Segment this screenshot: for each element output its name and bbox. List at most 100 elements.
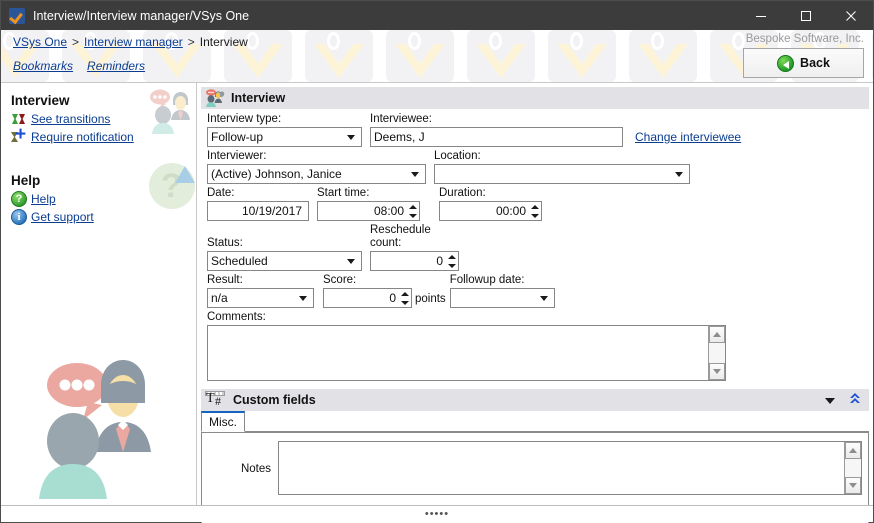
minimize-icon[interactable] [738,1,783,30]
calendar-chevron-down-icon [539,295,548,301]
followup-date-picker[interactable] [449,288,555,308]
info-icon: i [11,209,27,225]
back-arrow-icon [777,54,795,72]
breadcrumb: VSys One > Interview manager > Interview [13,35,248,49]
label-status: Status: [207,237,243,249]
duration-stepper[interactable]: 00:00 [439,201,542,221]
tabstrip-filler [245,411,869,432]
label-result: Result: [207,274,243,286]
reminders-link[interactable]: Reminders [87,59,145,73]
form-row-status: Status: Scheduled Reschedule count: 0 [207,224,867,271]
bookmarks-link[interactable]: Bookmarks [13,59,73,73]
sidebar: Interview See transitions Require notifi… [1,83,197,505]
reschedule-count-spinner-icon[interactable] [446,252,457,270]
change-interviewee-link[interactable]: Change interviewee [635,130,741,144]
interviewer-select[interactable]: (Active) Johnson, Janice [207,164,426,184]
chevron-down-icon [675,171,683,177]
date-picker[interactable]: 10/19/2017 [207,201,309,221]
custom-fields-title: Custom fields [233,393,316,407]
interview-type-select[interactable]: Follow-up [207,127,362,147]
vsys-logo-icon [9,7,25,24]
score-spinner-icon[interactable] [399,289,410,307]
comments-scrollbar[interactable] [708,326,725,380]
form-row-interviewer: Interviewer: (Active) Johnson, Janice Lo… [207,150,867,184]
interview-people-icon [205,89,225,107]
interviewee-input[interactable]: Deems, J [370,127,623,147]
chevron-down-icon [411,171,419,177]
form-row-comments: Comments: [207,311,867,381]
sidebar-item-label-help: Help [31,192,56,206]
scroll-up-icon[interactable] [709,326,725,343]
form-row-type: Interview type: Follow-up Interviewee: D… [207,113,867,147]
comments-value[interactable] [208,326,708,380]
help-decoration-icon: ? [149,163,195,209]
double-chevron-up-icon[interactable] [848,392,862,408]
interviewer-value: (Active) Johnson, Janice [211,167,342,181]
label-comments: Comments: [207,311,266,323]
tab-misc[interactable]: Misc. [201,411,245,432]
sidebar-item-label-get-support: Get support [31,210,94,224]
form-row-result: Result: n/a Score: 0 points Followup dat… [207,274,867,308]
start-time-stepper[interactable]: 08:00 [317,201,420,221]
main-panel: Interview Interview type: Follow-up Inte… [197,83,873,523]
label-start-time: Start time: [317,187,370,199]
label-reschedule-count: Reschedule count: [370,224,431,249]
maximize-icon[interactable] [783,1,828,30]
scrollbar-track[interactable] [845,459,861,477]
reschedule-count-value: 0 [436,254,443,268]
chevron-down-icon [347,134,355,140]
add-notification-icon [11,125,27,145]
back-button-label: Back [800,56,830,70]
label-followup-date: Followup date: [449,274,525,286]
sidebar-item-label-require-notification: Require notification [31,130,134,144]
label-interview-type: Interview type: [207,113,282,125]
back-button[interactable]: Back [743,48,864,78]
result-select[interactable]: n/a [207,288,314,308]
comments-textarea[interactable] [207,325,726,381]
breadcrumb-separator: > [72,35,80,49]
custom-fields-header: T # Custom fields [201,389,869,411]
status-value: Scheduled [211,254,268,268]
notes-textarea[interactable] [278,441,862,495]
scroll-down-icon[interactable] [709,363,725,380]
sidebar-item-get-support[interactable]: i Get support [11,209,196,225]
breadcrumb-item-vsys-one[interactable]: VSys One [13,35,67,49]
resize-grip-icon[interactable]: ••••• [425,509,449,520]
duration-spinner-icon[interactable] [529,202,540,220]
start-time-value: 08:00 [373,204,404,218]
notes-scrollbar[interactable] [844,442,861,494]
scrollbar-track[interactable] [709,343,725,363]
custom-fields-tabstrip: Misc. [201,411,869,433]
breadcrumb-item-interview-manager[interactable]: Interview manager [84,35,183,49]
label-notes: Notes [240,463,271,475]
close-icon[interactable] [828,1,873,30]
score-units-label: points [415,293,446,305]
notes-value[interactable] [279,442,844,494]
status-bar: ••••• [1,505,873,522]
start-time-spinner-icon[interactable] [407,202,418,220]
interview-panel-header: Interview [201,87,869,109]
application-window: Interview/Interview manager/VSys One VSy… [0,0,874,523]
location-select[interactable] [434,164,690,184]
duration-value: 00:00 [495,204,526,218]
chevron-down-icon[interactable] [825,398,835,404]
scroll-up-icon[interactable] [845,442,861,459]
title-bar: Interview/Interview manager/VSys One [1,1,873,30]
reschedule-count-stepper[interactable]: 0 [370,251,459,271]
custom-fields-icon: T # [205,391,227,409]
scroll-down-icon[interactable] [845,477,861,494]
interviewee-value: Deems, J [374,130,425,144]
company-name: Bespoke Software, Inc. [745,33,864,45]
interview-panel-title: Interview [231,91,286,105]
chevron-down-icon [347,258,355,264]
status-select[interactable]: Scheduled [207,251,362,271]
quick-links: Bookmarks Reminders [13,59,145,73]
result-value: n/a [211,291,228,305]
interview-illustration [15,349,167,499]
label-interviewer: Interviewer: [207,150,267,162]
custom-fields-section: T # Custom fields Misc. Notes [201,389,869,523]
score-stepper[interactable]: 0 [323,288,412,308]
window-title: Interview/Interview manager/VSys One [33,8,250,23]
interview-people-decoration-icon [147,88,195,134]
interview-type-value: Follow-up [211,130,264,144]
